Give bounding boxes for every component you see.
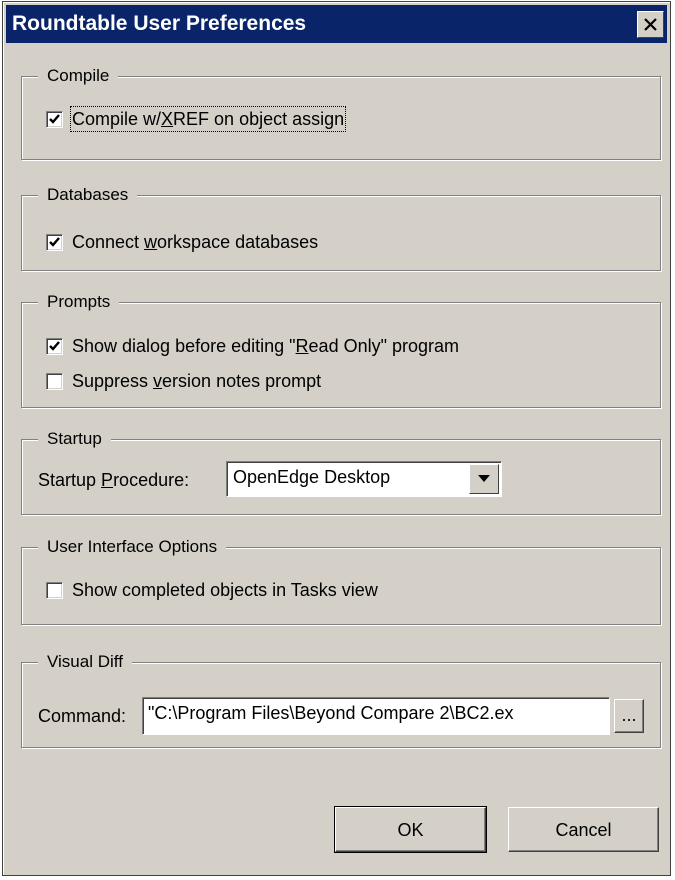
label-text: REF on object assign	[173, 109, 345, 129]
label-text: Startup	[38, 470, 102, 490]
close-button[interactable]	[637, 11, 664, 38]
title-bar[interactable]: Roundtable User Preferences	[6, 5, 667, 43]
cancel-button[interactable]: Cancel	[508, 807, 659, 852]
browse-button[interactable]: ...	[614, 699, 644, 733]
browse-label: ...	[621, 705, 637, 725]
label-text: Compile w/	[72, 109, 162, 129]
prompts-group-label: Prompts	[38, 291, 120, 313]
startup-group: Startup Startup Procedure: OpenEdge Desk…	[21, 428, 661, 515]
visual-diff-group-label: Visual Diff	[38, 651, 132, 673]
compile-xref-checkbox[interactable]	[46, 111, 63, 128]
label-accel: R	[295, 336, 309, 356]
label-accel: v	[153, 371, 163, 391]
suppress-version-checkbox[interactable]	[46, 373, 63, 390]
readonly-dialog-label[interactable]: Show dialog before editing "Read Only" p…	[72, 335, 459, 357]
startup-procedure-label: Startup Procedure:	[38, 469, 189, 491]
dropdown-button[interactable]	[469, 464, 499, 494]
databases-group-label: Databases	[38, 184, 138, 206]
compile-xref-label[interactable]: Compile w/XREF on object assign	[69, 106, 347, 132]
label-text: orkspace databases	[157, 232, 319, 252]
compile-group: Compile Compile w/XREF on object assign	[21, 65, 661, 160]
window-title: Roundtable User Preferences	[12, 12, 307, 35]
visual-diff-group: Visual Diff Command: "C:\Program Files\B…	[21, 651, 661, 748]
label-text: Show dialog before editing "	[72, 336, 296, 356]
close-icon	[644, 18, 657, 31]
connect-databases-label[interactable]: Connect workspace databases	[72, 231, 318, 253]
command-input[interactable]: "C:\Program Files\Beyond Compare 2\BC2.e…	[142, 697, 610, 735]
preferences-dialog: Roundtable User Preferences Compile Comp…	[2, 1, 671, 876]
command-value: "C:\Program Files\Beyond Compare 2\BC2.e…	[148, 703, 514, 723]
check-icon	[49, 114, 60, 124]
show-completed-checkbox[interactable]	[46, 582, 63, 599]
ui-options-group: User Interface Options Show completed ob…	[21, 536, 661, 625]
label-text: Suppress	[72, 371, 154, 391]
label-text: Connect	[72, 232, 145, 252]
connect-databases-checkbox[interactable]	[46, 234, 63, 251]
label-text: ersion notes prompt	[162, 371, 322, 391]
label-accel: w	[144, 232, 158, 252]
check-icon	[49, 341, 60, 351]
show-completed-label[interactable]: Show completed objects in Tasks view	[72, 579, 378, 601]
command-label: Command:	[38, 706, 127, 726]
label-text: rocedure:	[113, 470, 190, 490]
startup-group-label: Startup	[38, 428, 111, 450]
cancel-label: Cancel	[555, 820, 612, 840]
readonly-dialog-checkbox[interactable]	[46, 338, 63, 355]
ok-label: OK	[397, 820, 424, 840]
label-accel: X	[161, 109, 174, 129]
databases-group: Databases Connect workspace databases	[21, 184, 661, 271]
chevron-down-icon	[478, 475, 490, 482]
prompts-group: Prompts Show dialog before editing "Read…	[21, 291, 661, 408]
ui-options-group-label: User Interface Options	[38, 536, 227, 558]
compile-group-label: Compile	[38, 65, 119, 87]
label-accel: P	[101, 470, 114, 490]
startup-procedure-select[interactable]: OpenEdge Desktop	[226, 461, 502, 497]
label-text: ead Only" program	[308, 336, 460, 356]
suppress-version-label[interactable]: Suppress version notes prompt	[72, 370, 321, 392]
ok-button[interactable]: OK	[334, 806, 487, 853]
startup-procedure-value: OpenEdge Desktop	[233, 467, 391, 487]
check-icon	[49, 237, 60, 247]
